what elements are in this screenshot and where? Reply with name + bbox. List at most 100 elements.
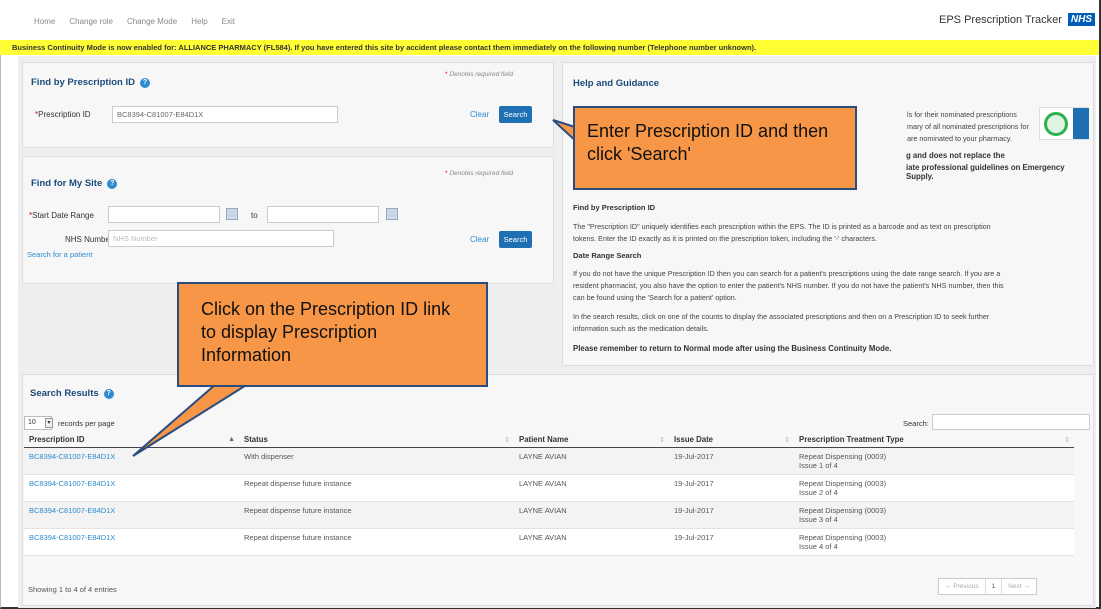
guidance-intro-line: mary of all nominated prescriptions for — [907, 122, 1029, 131]
find-by-id-guidance-heading: Find by Prescription ID — [573, 203, 656, 212]
column-header-status[interactable]: Status ⇕ — [239, 432, 514, 448]
column-header-issue-date[interactable]: Issue Date ⇕ — [669, 432, 794, 448]
required-note-text: Denotes required field — [449, 71, 513, 78]
clear-button[interactable]: Clear — [470, 235, 489, 244]
nav-home-link[interactable]: Home — [34, 17, 55, 26]
issue-number-text: Issue 2 of 4 — [799, 488, 838, 497]
table-search-input[interactable] — [932, 414, 1090, 430]
column-header-patient-name[interactable]: Patient Name ⇕ — [514, 432, 669, 448]
treatment-type-cell: Repeat Dispensing (0003) Issue 1 of 4 — [794, 447, 1074, 475]
find-for-site-title: Find for My Site — [31, 178, 103, 189]
nav-help-link[interactable]: Help — [191, 17, 207, 26]
prescription-id-link[interactable]: BC8394-C81007-E84D1X — [29, 452, 115, 461]
find-for-site-heading: Find for My Site ? — [31, 178, 118, 189]
patient-name-cell: LAYNE AVIAN — [514, 474, 669, 502]
calendar-icon[interactable] — [226, 208, 238, 220]
showing-entries-text: Showing 1 to 4 of 4 entries — [28, 585, 117, 594]
search-for-patient-link[interactable]: Search for a patient — [27, 250, 92, 259]
clear-button[interactable]: Clear — [470, 110, 489, 119]
column-header-label: Prescription ID — [29, 435, 85, 444]
results-table: Prescription ID ▲ Status ⇕ Patient Name ⇕ I… — [24, 432, 1074, 556]
find-by-id-heading: Find by Prescription ID ? — [31, 77, 150, 88]
previous-page-button[interactable]: ← Previous — [939, 579, 986, 594]
prescription-id-cell: BC8394-C81007-E84D1X — [24, 447, 239, 475]
page-number-button[interactable]: 1 — [986, 579, 1003, 594]
records-per-page-label: records per page — [58, 419, 115, 428]
prescription-id-cell: BC8394-C81007-E84D1X — [24, 474, 239, 502]
treatment-type-cell: Repeat Dispensing (0003) Issue 2 of 4 — [794, 474, 1074, 502]
sort-icon: ⇕ — [659, 437, 665, 444]
column-header-prescription-id[interactable]: Prescription ID ▲ — [24, 432, 239, 448]
guidance-paragraph: The "Prescription ID" uniquely identifie… — [573, 222, 991, 231]
status-cell: Repeat dispense future instance — [239, 528, 514, 556]
issue-number-text: Issue 1 of 4 — [799, 461, 838, 470]
treatment-type-text: Repeat Dispensing (0003) — [799, 533, 887, 542]
eps-logo-circle-icon — [1044, 112, 1068, 136]
chevron-down-icon[interactable]: ▾ — [45, 418, 53, 428]
issue-date-cell: 19-Jul-2017 — [669, 501, 794, 529]
search-button[interactable]: Search — [499, 106, 532, 123]
prescription-id-input[interactable]: BC8394-C81007-E84D1X — [112, 106, 338, 123]
patient-name-cell: LAYNE AVIAN — [514, 501, 669, 529]
table-row: BC8394-C81007-E84D1X Repeat dispense fut… — [24, 501, 1074, 529]
top-navigation: Home Change role Change Mode Help Exit E… — [0, 0, 1099, 40]
business-continuity-banner: Business Continuity Mode is now enabled … — [0, 40, 1099, 55]
date-range-guidance-heading: Date Range Search — [573, 251, 642, 260]
status-cell: Repeat dispense future instance — [239, 474, 514, 502]
nav-exit-link[interactable]: Exit — [222, 17, 235, 26]
guidance-paragraph: information such as the medication detai… — [573, 324, 709, 333]
issue-number-text: Issue 4 of 4 — [799, 542, 838, 551]
column-header-treatment-type[interactable]: Prescription Treatment Type ⇕ — [794, 432, 1074, 448]
issue-date-cell: 19-Jul-2017 — [669, 528, 794, 556]
nhs-logo: NHS — [1067, 13, 1095, 26]
prescription-id-link[interactable]: BC8394-C81007-E84D1X — [29, 533, 115, 542]
issue-date-cell: 19-Jul-2017 — [669, 447, 794, 475]
treatment-type-cell: Repeat Dispensing (0003) Issue 3 of 4 — [794, 501, 1074, 529]
help-guidance-title: Help and Guidance — [573, 78, 660, 89]
next-page-button[interactable]: Next → — [1002, 579, 1036, 594]
eps-logo-strip-icon — [1073, 108, 1089, 139]
end-date-input[interactable] — [267, 206, 379, 223]
sort-asc-icon: ▲ — [228, 436, 235, 443]
guidance-bold-line: iate professional guidelines on Emergenc… — [906, 163, 1065, 181]
search-results-title: Search Results — [30, 388, 99, 399]
guidance-reminder: Please remember to return to Normal mode… — [573, 344, 892, 353]
column-header-label: Issue Date — [674, 435, 714, 444]
start-date-input[interactable] — [108, 206, 220, 223]
prescription-id-link[interactable]: BC8394-C81007-E84D1X — [29, 479, 115, 488]
column-header-label: Status — [244, 435, 268, 444]
nav-change-role-link[interactable]: Change role — [69, 17, 113, 26]
treatment-type-cell: Repeat Dispensing (0003) Issue 4 of 4 — [794, 528, 1074, 556]
nav-change-mode-link[interactable]: Change Mode — [127, 17, 177, 26]
search-button[interactable]: Search — [499, 231, 532, 248]
status-cell: With dispenser — [239, 447, 514, 475]
guidance-paragraph: can be found using the 'Search for a pat… — [573, 293, 737, 302]
prescription-id-link[interactable]: BC8394-C81007-E84D1X — [29, 506, 115, 515]
guidance-intro-line: ls for their nominated prescriptions — [907, 110, 1017, 119]
guidance-paragraph: In the search results, click on one of t… — [573, 312, 990, 321]
callout-click-link: Click on the Prescription ID link to dis… — [177, 282, 488, 387]
treatment-type-text: Repeat Dispensing (0003) — [799, 479, 887, 488]
table-header-row: Prescription ID ▲ Status ⇕ Patient Name ⇕ I… — [24, 432, 1074, 448]
help-icon[interactable]: ? — [140, 77, 150, 88]
search-results-heading: Search Results ? — [30, 388, 114, 399]
issue-number-text: Issue 3 of 4 — [799, 515, 838, 524]
sort-icon: ⇕ — [1064, 437, 1070, 444]
guidance-intro-line: are nominated to your pharmacy. — [907, 134, 1012, 143]
nhs-number-input[interactable]: NHS Number — [108, 230, 334, 247]
patient-name-cell: LAYNE AVIAN — [514, 447, 669, 475]
find-for-site-panel: Find for My Site ? * Denotes required fi… — [22, 156, 554, 284]
prescription-id-cell: BC8394-C81007-E84D1X — [24, 501, 239, 529]
pagination: ← Previous 1 Next → — [938, 578, 1037, 595]
calendar-icon[interactable] — [386, 208, 398, 220]
nav-links: Home Change role Change Mode Help Exit — [34, 17, 235, 26]
guidance-bold-line: g and does not replace the — [906, 151, 1005, 160]
callout-enter-id: Enter Prescription ID and then click 'Se… — [573, 106, 857, 190]
column-header-label: Prescription Treatment Type — [799, 435, 904, 444]
treatment-type-text: Repeat Dispensing (0003) — [799, 506, 887, 515]
help-icon[interactable]: ? — [103, 388, 114, 399]
issue-date-cell: 19-Jul-2017 — [669, 474, 794, 502]
eps-logo — [1039, 107, 1089, 140]
column-header-label: Patient Name — [519, 435, 569, 444]
help-icon[interactable]: ? — [107, 178, 118, 189]
